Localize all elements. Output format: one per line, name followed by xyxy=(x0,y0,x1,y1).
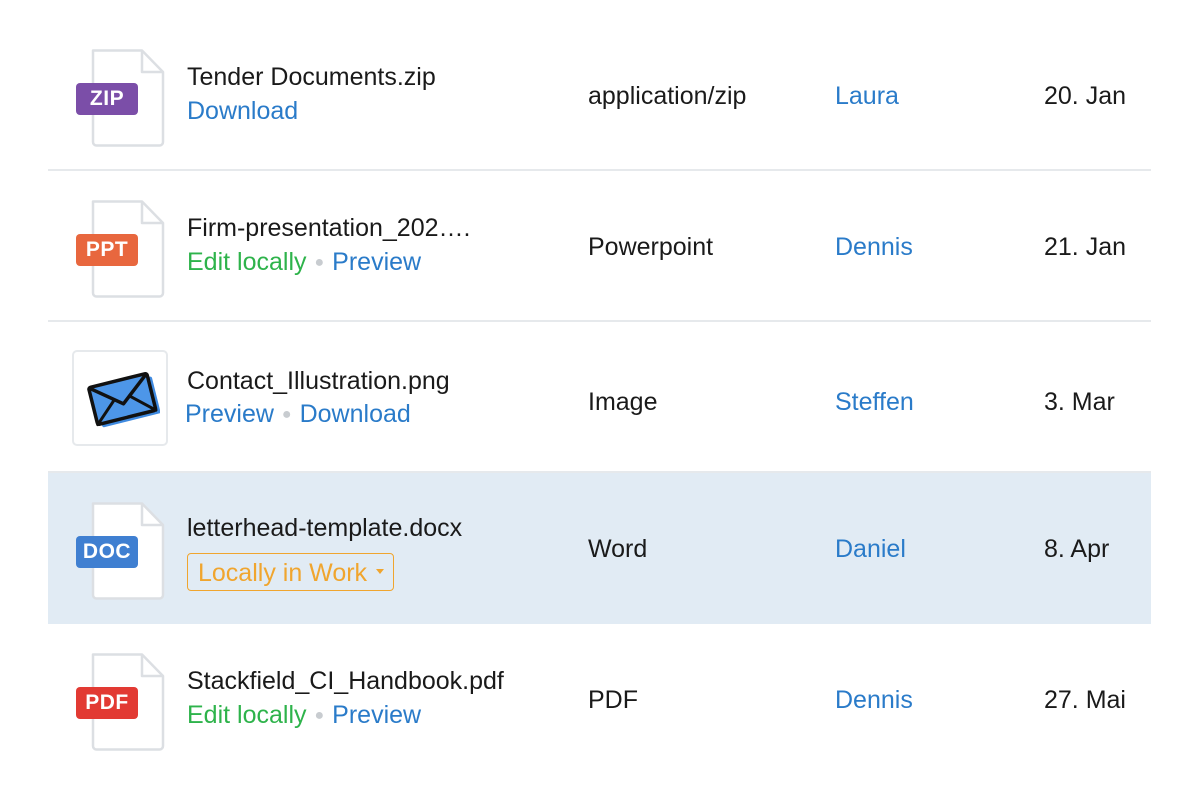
file-row[interactable]: PPT Firm-presentation_202…. Edit locally… xyxy=(48,171,1151,322)
zip-file-icon: ZIP xyxy=(72,49,172,147)
file-type: Image xyxy=(588,388,658,416)
file-name[interactable]: letterhead-template.docx xyxy=(187,513,462,543)
preview-link[interactable]: Preview xyxy=(332,248,421,276)
file-actions: Edit locally ● Preview xyxy=(187,700,421,731)
file-row[interactable]: Contact_Illustration.png Preview ● Downloa… xyxy=(48,322,1151,473)
edit-locally-link[interactable]: Edit locally xyxy=(187,701,307,729)
file-date: 20. Jan xyxy=(1044,82,1127,110)
owner-link[interactable]: Dennis xyxy=(835,685,913,715)
file-type: application/zip xyxy=(588,82,747,110)
image-thumbnail[interactable] xyxy=(72,350,168,446)
download-link[interactable]: Download xyxy=(187,97,298,125)
file-name[interactable]: Stackfield_CI_Handbook.pdf xyxy=(187,666,504,696)
chevron-down-icon xyxy=(376,569,385,574)
file-type-badge: PDF xyxy=(76,687,138,719)
file-actions: Preview ● Download xyxy=(185,399,411,430)
edit-locally-link[interactable]: Edit locally xyxy=(187,248,307,276)
file-row[interactable]: ZIP Tender Documents.zip Download applic… xyxy=(48,20,1151,171)
ppt-file-icon: PPT xyxy=(72,200,172,298)
preview-link[interactable]: Preview xyxy=(185,400,274,428)
download-link[interactable]: Download xyxy=(300,400,411,428)
separator-dot: ● xyxy=(314,254,325,272)
file-actions: Edit locally ● Preview xyxy=(187,247,421,278)
file-list: ZIP Tender Documents.zip Download applic… xyxy=(48,20,1151,775)
owner-link[interactable]: Dennis xyxy=(835,232,913,262)
file-name[interactable]: Tender Documents.zip xyxy=(187,62,436,92)
separator-dot: ● xyxy=(314,707,325,725)
status-dropdown[interactable]: Locally in Work xyxy=(187,553,395,591)
file-row-selected[interactable]: DOC letterhead-template.docx Locally in … xyxy=(48,473,1151,624)
owner-link[interactable]: Daniel xyxy=(835,534,906,564)
envelope-icon xyxy=(87,371,160,428)
file-type-badge: DOC xyxy=(76,536,138,568)
file-date: 27. Mai xyxy=(1044,686,1126,714)
separator-dot: ● xyxy=(281,406,292,424)
owner-link[interactable]: Steffen xyxy=(835,387,914,417)
file-type: PDF xyxy=(588,686,638,714)
doc-file-icon: DOC xyxy=(72,502,172,600)
preview-link[interactable]: Preview xyxy=(332,701,421,729)
owner-link[interactable]: Laura xyxy=(835,81,899,111)
file-name[interactable]: Contact_Illustration.png xyxy=(187,366,450,396)
file-type: Word xyxy=(588,535,648,563)
file-row[interactable]: PDF Stackfield_CI_Handbook.pdf Edit loca… xyxy=(48,624,1151,775)
file-actions: Download xyxy=(187,96,298,126)
status-label: Locally in Work xyxy=(198,559,368,587)
file-name[interactable]: Firm-presentation_202…. xyxy=(187,213,470,243)
file-type-badge: ZIP xyxy=(76,83,138,115)
file-date: 3. Mar xyxy=(1044,388,1115,416)
file-type-badge: PPT xyxy=(76,234,138,266)
file-date: 8. Apr xyxy=(1044,535,1110,563)
file-date: 21. Jan xyxy=(1044,233,1127,261)
pdf-file-icon: PDF xyxy=(72,653,172,751)
file-type: Powerpoint xyxy=(588,233,714,261)
